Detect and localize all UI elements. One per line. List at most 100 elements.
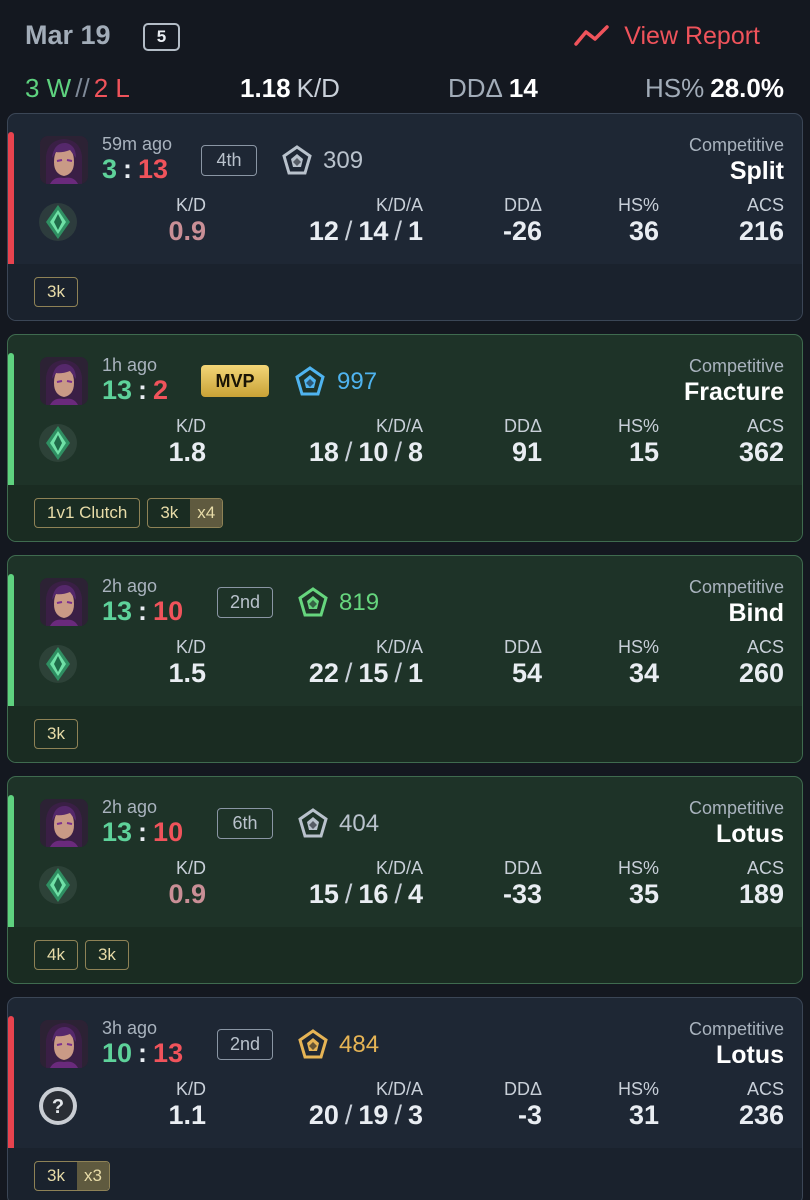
highlight-tag: 3k <box>84 940 129 970</box>
kda-value: 12/14/1 <box>308 216 423 246</box>
highlight-tag-label: 3k <box>160 503 179 522</box>
highlight-tag: 4k <box>34 940 78 970</box>
hs-label: HS% <box>617 416 659 436</box>
hs-value: 15 <box>628 437 659 467</box>
match-score: 3:13 <box>102 154 168 185</box>
acs-value: 216 <box>738 216 784 246</box>
assists: 1 <box>407 216 423 246</box>
deaths: 19 <box>358 1100 389 1130</box>
kills: 12 <box>308 216 339 246</box>
dd-label: DDΔ <box>503 637 542 657</box>
score-separator: : <box>138 817 148 847</box>
emerald-rank-icon <box>39 645 77 683</box>
agent-avatar <box>40 136 88 184</box>
summary-hs: HS% 28.0% <box>645 73 784 104</box>
kda-value: 15/16/4 <box>308 879 423 909</box>
kda-label: K/D/A <box>375 637 423 657</box>
agent-avatar <box>40 1020 88 1068</box>
match-card-4[interactable]: 2h ago 13:10 6th 404 Competitive Lotus K… <box>7 776 803 984</box>
kills: 18 <box>308 437 339 467</box>
score-separator: : <box>123 154 133 184</box>
acs-value: 362 <box>738 437 784 467</box>
hs-value: 35 <box>628 879 659 909</box>
assists: 4 <box>407 879 423 909</box>
hs-value: 34 <box>628 658 659 688</box>
kd-value: 0.9 <box>168 216 206 246</box>
highlight-tag-label: 3k <box>47 1166 65 1185</box>
kills: 22 <box>308 658 339 688</box>
summary-hs-value: 28.0% <box>710 73 784 103</box>
acs-label: ACS <box>746 1079 784 1099</box>
kills: 20 <box>308 1100 339 1130</box>
map-name: Split <box>729 157 784 185</box>
kda-label: K/D/A <box>375 858 423 878</box>
card-footer <box>8 264 802 320</box>
deaths: 15 <box>358 658 389 688</box>
highlight-tag: 3k <box>34 719 78 749</box>
placement-badge: 6th <box>217 808 273 839</box>
match-time-ago: 59m ago <box>102 134 173 154</box>
match-card-5[interactable]: ? 3h ago 10:13 2nd 484 Competitive Lotus… <box>7 997 803 1200</box>
kd-value: 1.8 <box>168 437 206 467</box>
hs-label: HS% <box>617 858 659 878</box>
game-mode: Competitive <box>688 798 784 818</box>
match-time-ago: 1h ago <box>102 355 158 375</box>
highlight-tag-label: 3k <box>47 724 65 743</box>
acs-value: 260 <box>738 658 784 688</box>
assists: 1 <box>407 658 423 688</box>
match-card-1[interactable]: 59m ago 3:13 4th 309 Competitive Split K… <box>7 113 803 321</box>
score-separator: : <box>138 596 148 626</box>
unknown-rank-icon: ? <box>39 1087 77 1125</box>
match-card-3[interactable]: 2h ago 13:10 2nd 819 Competitive Bind K/… <box>7 555 803 763</box>
acs-value: 189 <box>738 879 784 909</box>
kda-value: 18/10/8 <box>308 437 423 467</box>
enemy-score: 13 <box>153 1038 184 1068</box>
acs-label: ACS <box>746 858 784 878</box>
kd-label: K/D <box>175 1079 206 1099</box>
match-time-ago: 3h ago <box>102 1018 158 1038</box>
enemy-score: 13 <box>138 154 169 184</box>
hs-label: HS% <box>617 1079 659 1099</box>
view-report-button[interactable]: View Report <box>574 21 760 51</box>
dd-value: 54 <box>511 658 542 688</box>
kd-label: K/D <box>175 195 206 215</box>
highlight-tags: 1v1 Clutch 3k x4 <box>34 498 224 528</box>
acs-value: 236 <box>738 1100 784 1130</box>
match-score: 13:2 <box>102 375 168 406</box>
team-score: 13 <box>102 817 133 847</box>
hs-label: HS% <box>617 195 659 215</box>
highlight-tag: 1v1 Clutch <box>34 498 141 528</box>
enemy-score: 10 <box>153 817 184 847</box>
trend-chart-icon <box>574 25 610 46</box>
game-mode: Competitive <box>688 577 784 597</box>
game-mode: Competitive <box>688 356 784 376</box>
summary-kd-value: 1.18 <box>240 73 291 103</box>
match-score: 13:10 <box>102 817 183 848</box>
kda-label: K/D/A <box>375 195 423 215</box>
acs-label: ACS <box>746 195 784 215</box>
session-summary: Mar 19 5 View Report 3 W//2 L 1.18 K/D DD… <box>0 0 810 110</box>
summary-kd-label: K/D <box>296 73 340 103</box>
rank-rating: 819 <box>339 589 380 616</box>
map-name: Lotus <box>715 1041 784 1069</box>
deaths: 14 <box>358 216 389 246</box>
acs-label: ACS <box>746 416 784 436</box>
match-card-2[interactable]: 1h ago 13:2 MVP 997 Competitive Fracture… <box>7 334 803 542</box>
kd-value: 1.1 <box>168 1100 206 1130</box>
kd-value: 0.9 <box>168 879 206 909</box>
enemy-score: 10 <box>153 596 184 626</box>
match-time-ago: 2h ago <box>102 576 158 596</box>
rank-badge-green-icon <box>298 587 328 617</box>
highlight-tag-label: 4k <box>47 945 65 964</box>
match-count-badge: 5 <box>143 23 180 51</box>
score-separator: : <box>138 1038 148 1068</box>
summary-hs-label: HS% <box>645 73 705 103</box>
match-score: 13:10 <box>102 596 183 627</box>
acs-label: ACS <box>746 637 784 657</box>
rank-rating: 484 <box>339 1031 380 1058</box>
kills: 15 <box>308 879 339 909</box>
dd-label: DDΔ <box>503 195 542 215</box>
deaths: 16 <box>358 879 389 909</box>
dd-label: DDΔ <box>503 416 542 436</box>
rank-rating: 404 <box>339 810 380 837</box>
